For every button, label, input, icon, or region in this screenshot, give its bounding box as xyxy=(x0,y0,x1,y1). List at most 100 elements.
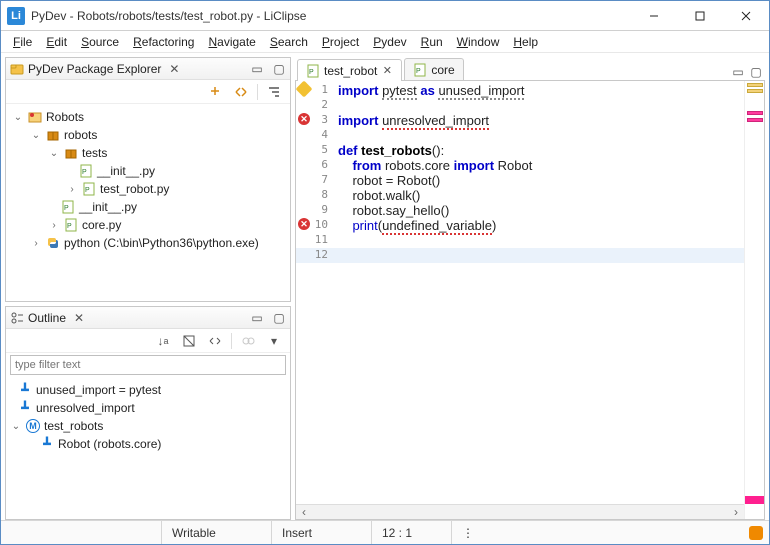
view-close-icon[interactable]: ✕ xyxy=(165,61,183,77)
collapse-all-icon[interactable] xyxy=(205,83,225,101)
menu-help[interactable]: Help xyxy=(507,33,544,51)
outline-view: Outline ✕ ▭ ▢ ↓a ▾ ┻ unused_import xyxy=(5,306,291,520)
code-line[interactable]: 8 robot.walk() xyxy=(296,188,744,203)
menu-edit[interactable]: Edit xyxy=(40,33,73,51)
menu-file[interactable]: File xyxy=(7,33,38,51)
editor-tab-core[interactable]: P core xyxy=(404,58,463,80)
tree-project-robots[interactable]: ⌄ Robots xyxy=(8,108,288,126)
package-explorer-icon xyxy=(10,62,24,76)
view-menu-icon[interactable] xyxy=(264,83,284,101)
expand-arrow-icon[interactable]: ⌄ xyxy=(10,421,22,432)
code-line[interactable]: 11 xyxy=(296,233,744,248)
code-line[interactable]: 7 robot = Robot() xyxy=(296,173,744,188)
code-line[interactable]: ✕10 print(undefined_variable) xyxy=(296,218,744,233)
menu-pydev[interactable]: Pydev xyxy=(367,33,412,51)
menu-project[interactable]: Project xyxy=(316,33,365,51)
editor-maximize-icon[interactable]: ▢ xyxy=(747,64,765,80)
expand-arrow-icon[interactable]: › xyxy=(48,220,60,231)
hide-fields-icon[interactable] xyxy=(179,332,199,350)
rss-icon[interactable] xyxy=(749,526,763,540)
view-close-icon[interactable]: ✕ xyxy=(70,310,88,326)
code-text: import pytest as unused_import xyxy=(332,83,744,98)
expand-arrow-icon[interactable]: › xyxy=(66,184,78,195)
tree-file-test-robot[interactable]: › P test_robot.py xyxy=(8,180,288,198)
view-maximize-icon[interactable]: ▢ xyxy=(270,310,288,326)
outline-item-unresolved-import[interactable]: ┻ unresolved_import xyxy=(10,399,286,417)
overview-ruler[interactable] xyxy=(744,81,764,519)
editor-area: P test_robot ✕ P core ▭ ▢ 1import pytest… xyxy=(293,53,769,520)
code-line[interactable]: 5def test_robots(): xyxy=(296,143,744,158)
expand-arrow-icon[interactable]: ⌄ xyxy=(12,112,24,123)
package-explorer-view: PyDev Package Explorer ✕ ▭ ▢ ⌄ Robots xyxy=(5,57,291,302)
view-minimize-icon[interactable]: ▭ xyxy=(248,61,266,77)
code-line[interactable]: ✕3import unresolved_import xyxy=(296,113,744,128)
editor-minimize-icon[interactable]: ▭ xyxy=(729,64,747,80)
outline-filter-input[interactable] xyxy=(10,355,286,375)
expand-icon[interactable] xyxy=(205,332,225,350)
python-interpreter-icon xyxy=(45,235,61,251)
tree-label: robots xyxy=(64,128,97,142)
code-line[interactable]: 12 xyxy=(296,248,744,263)
outline-item-test-robots[interactable]: ⌄ M test_robots xyxy=(10,417,286,435)
code-line[interactable]: 2 xyxy=(296,98,744,113)
menu-source[interactable]: Source xyxy=(75,33,125,51)
scroll-right-icon[interactable]: › xyxy=(728,505,744,519)
tree-label: core.py xyxy=(82,218,121,232)
sort-alpha-icon[interactable]: ↓a xyxy=(153,332,173,350)
scroll-left-icon[interactable]: ‹ xyxy=(296,505,312,519)
expand-arrow-icon[interactable]: ⌄ xyxy=(30,130,42,141)
menu-search[interactable]: Search xyxy=(264,33,314,51)
minimize-button[interactable] xyxy=(631,1,677,30)
package-icon xyxy=(63,145,79,161)
tree-package-tests[interactable]: ⌄ tests xyxy=(8,144,288,162)
code-line[interactable]: 1import pytest as unused_import xyxy=(296,83,744,98)
code-line[interactable]: 9 robot.say_hello() xyxy=(296,203,744,218)
tree-file-init-robots[interactable]: P __init__.py xyxy=(8,198,288,216)
link-editor-icon[interactable] xyxy=(231,83,251,101)
python-file-icon: P xyxy=(306,64,320,78)
code-line[interactable]: 4 xyxy=(296,128,744,143)
menu-run[interactable]: Run xyxy=(415,33,449,51)
close-button[interactable] xyxy=(723,1,769,30)
view-menu-icon[interactable]: ▾ xyxy=(264,332,284,350)
view-minimize-icon[interactable]: ▭ xyxy=(248,310,266,326)
menu-window[interactable]: Window xyxy=(451,33,506,51)
code-line[interactable]: 6 from robots.core import Robot xyxy=(296,158,744,173)
explorer-toolbar xyxy=(6,80,290,104)
error-annotation-icon[interactable]: ✕ xyxy=(296,218,312,230)
menu-navigate[interactable]: Navigate xyxy=(202,33,261,51)
view-maximize-icon[interactable]: ▢ xyxy=(270,61,288,77)
svg-text:P: P xyxy=(309,69,314,76)
editor-tab-label: core xyxy=(431,63,454,77)
project-icon xyxy=(27,109,43,125)
explorer-tree[interactable]: ⌄ Robots ⌄ robots ⌄ tests P __init__.py xyxy=(6,104,290,301)
status-cursor-pos: 12 : 1 xyxy=(371,521,451,544)
line-number: 12 xyxy=(312,248,332,261)
left-column: PyDev Package Explorer ✕ ▭ ▢ ⌄ Robots xyxy=(1,53,293,520)
error-annotation-icon[interactable]: ✕ xyxy=(296,113,312,125)
code-editor[interactable]: 1import pytest as unused_import2✕3import… xyxy=(296,81,744,519)
python-file-icon: P xyxy=(60,199,76,215)
outline-item-unused-import[interactable]: ┻ unused_import = pytest xyxy=(10,381,286,399)
code-text: robot.say_hello() xyxy=(332,203,744,218)
line-number: 9 xyxy=(312,203,332,216)
editor-tab-label: test_robot xyxy=(324,64,377,78)
tree-file-init-tests[interactable]: P __init__.py xyxy=(8,162,288,180)
editor-tab-test-robot[interactable]: P test_robot ✕ xyxy=(297,59,402,81)
outline-list[interactable]: ┻ unused_import = pytest ┻ unresolved_im… xyxy=(6,379,290,519)
tree-package-robots[interactable]: ⌄ robots xyxy=(8,126,288,144)
tree-file-core[interactable]: › P core.py xyxy=(8,216,288,234)
line-number: 1 xyxy=(312,83,332,96)
menu-refactoring[interactable]: Refactoring xyxy=(127,33,200,51)
link-editor-icon[interactable] xyxy=(238,332,258,350)
expand-arrow-icon[interactable]: › xyxy=(30,238,42,249)
svg-text:P: P xyxy=(67,223,72,230)
horizontal-scrollbar[interactable]: ‹ › xyxy=(296,504,744,519)
maximize-button[interactable] xyxy=(677,1,723,30)
outline-item-robot[interactable]: ┻ Robot (robots.core) xyxy=(10,435,286,453)
tree-python-env[interactable]: › python (C:\bin\Python36\python.exe) xyxy=(8,234,288,252)
tree-label: Robots xyxy=(46,110,84,124)
warning-annotation-icon[interactable] xyxy=(296,83,312,95)
expand-arrow-icon[interactable]: ⌄ xyxy=(48,148,60,159)
tab-close-icon[interactable]: ✕ xyxy=(381,65,393,77)
